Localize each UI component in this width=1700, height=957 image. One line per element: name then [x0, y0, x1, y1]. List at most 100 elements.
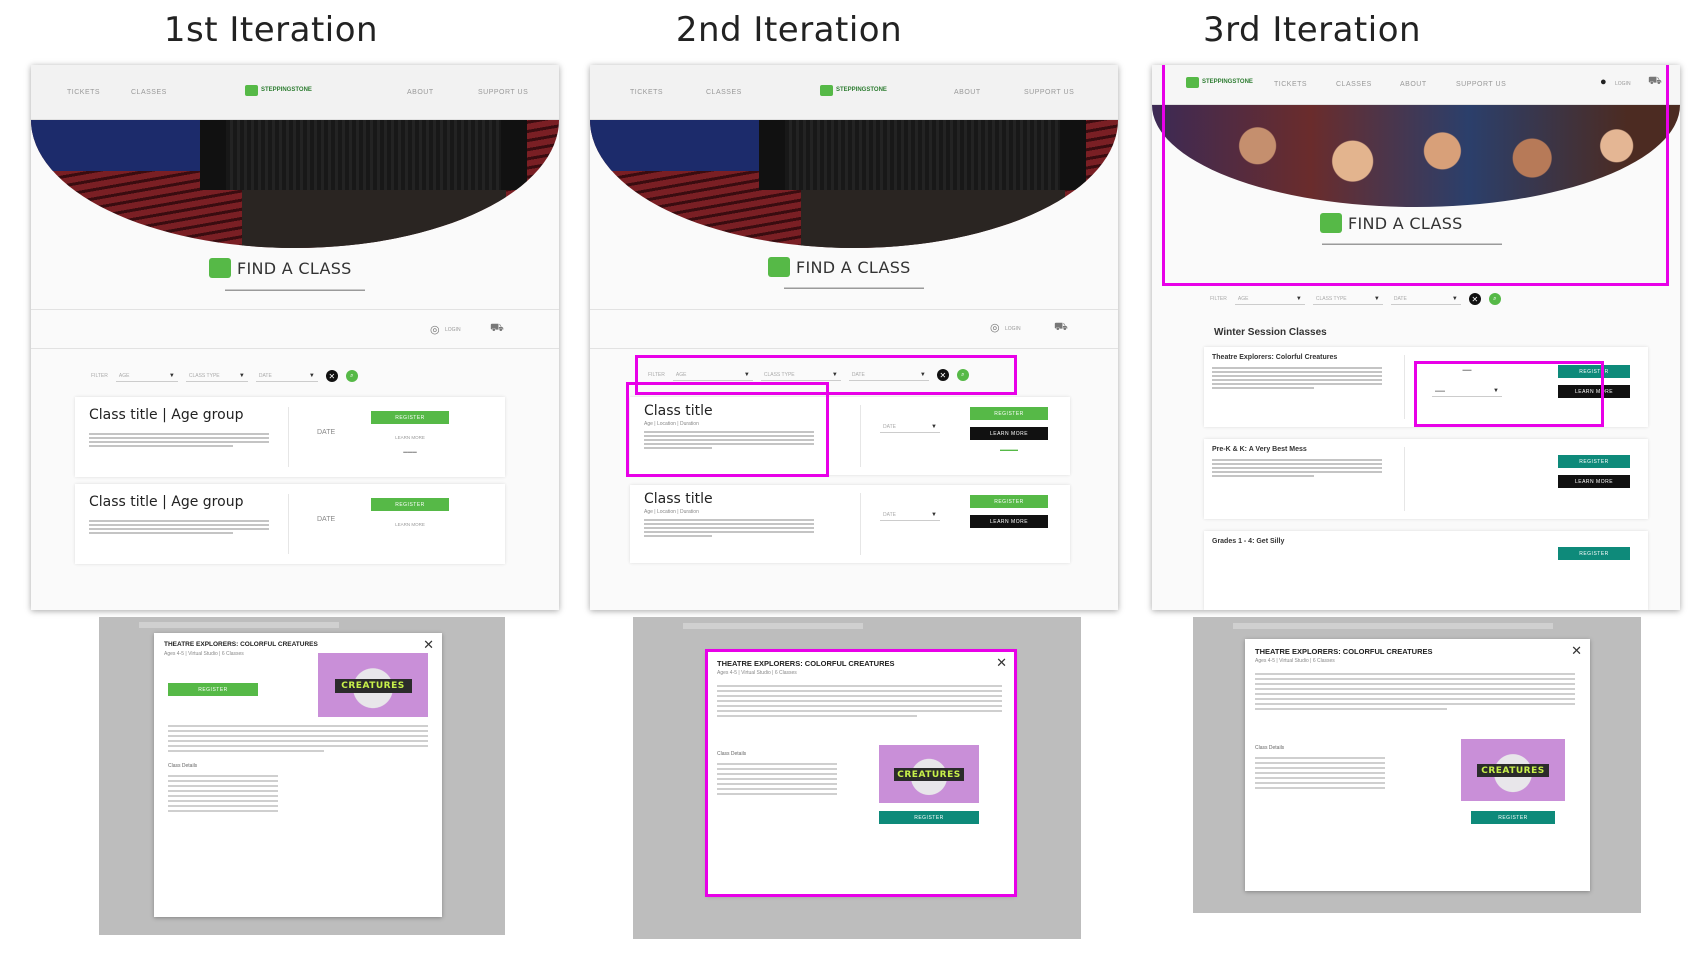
- logo-text: STEPPINGSTONE: [836, 87, 887, 93]
- close-icon[interactable]: ✕: [423, 637, 434, 653]
- age-dropdown[interactable]: AGE ▼: [672, 369, 753, 381]
- nav-support[interactable]: SUPPORT US: [478, 89, 528, 96]
- search-filter-icon[interactable]: ⌕: [956, 369, 969, 381]
- clear-filter-icon[interactable]: ✕: [1468, 293, 1481, 305]
- iteration-2-modal-screen: THEATRE EXPLORERS: COLORFUL CREATURES Ag…: [633, 617, 1081, 939]
- user-icon[interactable]: ◎: [990, 321, 1000, 334]
- logo-icon: [768, 257, 790, 277]
- class-modal: THEATRE EXPLORERS: COLORFUL CREATURES Ag…: [154, 633, 442, 917]
- modal-subtitle: Ages 4-5 | Virtual Studio | 6 Classes: [717, 670, 797, 676]
- hero-theatre-image: [590, 120, 1118, 248]
- find-class-label: FIND A CLASS: [1348, 213, 1463, 233]
- logo-text: STEPPINGSTONE: [261, 87, 312, 93]
- clear-filter-icon[interactable]: ✕: [936, 369, 949, 381]
- learn-more-link[interactable]: LEARN MORE: [371, 522, 449, 527]
- learn-more-button[interactable]: LEARN MORE: [1558, 475, 1630, 488]
- nav-about[interactable]: ABOUT: [1400, 81, 1427, 88]
- divider: [31, 348, 559, 349]
- class-title: Grades 1 - 4: Get Silly: [1212, 538, 1285, 545]
- user-icon[interactable]: ●: [1600, 76, 1607, 88]
- nav-classes[interactable]: CLASSES: [131, 89, 167, 96]
- nav-classes[interactable]: CLASSES: [706, 89, 742, 96]
- logo[interactable]: STEPPINGSTONE: [1186, 77, 1253, 88]
- cart-icon[interactable]: ⛟: [1054, 321, 1068, 335]
- modal-title: THEATRE EXPLORERS: COLORFUL CREATURES: [717, 659, 895, 668]
- close-icon[interactable]: ✕: [1571, 643, 1582, 659]
- user-icon[interactable]: ◎: [430, 323, 440, 336]
- class-type-dropdown[interactable]: CLASS TYPE ▼: [185, 370, 248, 382]
- search-filter-icon[interactable]: ⌕: [345, 370, 358, 382]
- class-modal: THEATRE EXPLORERS: COLORFUL CREATURES Ag…: [707, 651, 1015, 895]
- nav-tickets[interactable]: TICKETS: [1274, 81, 1307, 88]
- intro-text: ▬▬▬▬▬▬▬▬▬▬▬▬▬▬▬▬▬▬▬▬▬▬▬▬▬▬▬▬▬▬▬▬▬▬▬▬: [1322, 241, 1502, 247]
- class-details-heading: Class Details: [717, 751, 747, 757]
- logo[interactable]: STEPPINGSTONE: [245, 85, 312, 96]
- register-button[interactable]: REGISTER: [1558, 365, 1630, 378]
- date-select[interactable]: DATE ▼: [880, 509, 940, 521]
- class-date: DATE: [317, 516, 336, 523]
- clear-filter-icon[interactable]: ✕: [325, 370, 338, 382]
- date-dropdown[interactable]: DATE ▼: [255, 370, 318, 382]
- nav-about[interactable]: ABOUT: [954, 89, 981, 96]
- nav-tickets[interactable]: TICKETS: [630, 89, 663, 96]
- cart-icon[interactable]: ⛟: [1648, 75, 1662, 89]
- register-button[interactable]: REGISTER: [371, 498, 449, 511]
- iteration-1-modal-screen: THEATRE EXPLORERS: COLORFUL CREATURES Ag…: [99, 617, 505, 935]
- class-description: [644, 519, 814, 537]
- login-link[interactable]: LOGIN: [1615, 81, 1631, 87]
- register-button[interactable]: REGISTER: [879, 811, 979, 824]
- modal-description: [168, 725, 428, 752]
- class-description: [1212, 367, 1382, 389]
- learn-more-link[interactable]: LEARN MORE: [371, 435, 449, 440]
- class-meta: Age | Location | Duration: [644, 509, 699, 515]
- divider: [590, 348, 1118, 349]
- iteration-3-page: STEPPINGSTONE TICKETS CLASSES ABOUT SUPP…: [1152, 65, 1680, 610]
- nav-about[interactable]: ABOUT: [407, 89, 434, 96]
- class-date: DATE: [317, 429, 336, 436]
- modal-title: THEATRE EXPLORERS: COLORFUL CREATURES: [164, 641, 318, 648]
- nav-classes[interactable]: CLASSES: [1336, 81, 1372, 88]
- nav-tickets[interactable]: TICKETS: [67, 89, 100, 96]
- class-title: Class title | Age group: [89, 494, 244, 510]
- learn-more-button[interactable]: LEARN MORE: [970, 515, 1048, 528]
- search-filter-icon[interactable]: ⌕: [1488, 293, 1501, 305]
- login-link[interactable]: LOGIN: [1005, 326, 1021, 332]
- logo[interactable]: STEPPINGSTONE: [820, 85, 887, 96]
- date-dropdown[interactable]: DATE ▼: [848, 369, 929, 381]
- class-type-dropdown[interactable]: CLASS TYPE ▼: [1312, 293, 1383, 305]
- class-title: Class title | Age group: [89, 407, 244, 423]
- nav-support[interactable]: SUPPORT US: [1024, 89, 1074, 96]
- modal-subtitle: Ages 4-5 | Virtual Studio | 6 Classes: [164, 651, 244, 657]
- close-icon[interactable]: ✕: [996, 655, 1007, 671]
- schedule-link[interactable]: ▬▬▬▬: [970, 447, 1048, 452]
- cart-icon[interactable]: ⛟: [490, 322, 504, 336]
- find-class-heading: FIND A CLASS: [768, 257, 911, 277]
- class-card: Class title Age | Location | Duration DA…: [630, 397, 1070, 475]
- register-button[interactable]: REGISTER: [371, 411, 449, 424]
- section-heading: Winter Session Classes: [1214, 327, 1327, 338]
- class-type-dropdown[interactable]: CLASS TYPE ▼: [760, 369, 841, 381]
- register-button[interactable]: REGISTER: [1558, 455, 1630, 468]
- modal-description: [717, 685, 1002, 717]
- register-button[interactable]: REGISTER: [970, 495, 1048, 508]
- class-card: Grades 1 - 4: Get Silly REGISTER: [1204, 531, 1648, 610]
- nav-support[interactable]: SUPPORT US: [1456, 81, 1506, 88]
- register-button[interactable]: REGISTER: [970, 407, 1048, 420]
- date-select[interactable]: DATE ▼: [880, 421, 940, 433]
- learn-more-button[interactable]: LEARN MORE: [970, 427, 1048, 440]
- login-link[interactable]: LOGIN: [445, 327, 461, 333]
- filter-bar: FILTER AGE ▼ CLASS TYPE ▼ DATE ▼ ✕ ⌕: [648, 369, 969, 381]
- iteration-3-modal-screen: THEATRE EXPLORERS: COLORFUL CREATURES Ag…: [1193, 617, 1641, 913]
- class-card: Pre-K & K: A Very Best Mess REGISTER LEA…: [1204, 439, 1648, 519]
- date-dropdown[interactable]: DATE ▼: [1390, 293, 1461, 305]
- logo-icon: [1320, 213, 1342, 233]
- date-select[interactable]: ▬▬ ▼: [1432, 385, 1502, 397]
- register-button[interactable]: REGISTER: [1471, 811, 1555, 824]
- register-button[interactable]: REGISTER: [1558, 547, 1630, 560]
- learn-more-button[interactable]: LEARN MORE: [1558, 385, 1630, 398]
- age-dropdown[interactable]: AGE ▼: [115, 370, 178, 382]
- class-title: Theatre Explorers: Colorful Creatures: [1212, 354, 1338, 361]
- register-button[interactable]: REGISTER: [168, 683, 258, 696]
- age-dropdown[interactable]: AGE ▼: [1234, 293, 1305, 305]
- top-nav: TICKETS CLASSES STEPPINGSTONE ABOUT SUPP…: [590, 65, 1118, 120]
